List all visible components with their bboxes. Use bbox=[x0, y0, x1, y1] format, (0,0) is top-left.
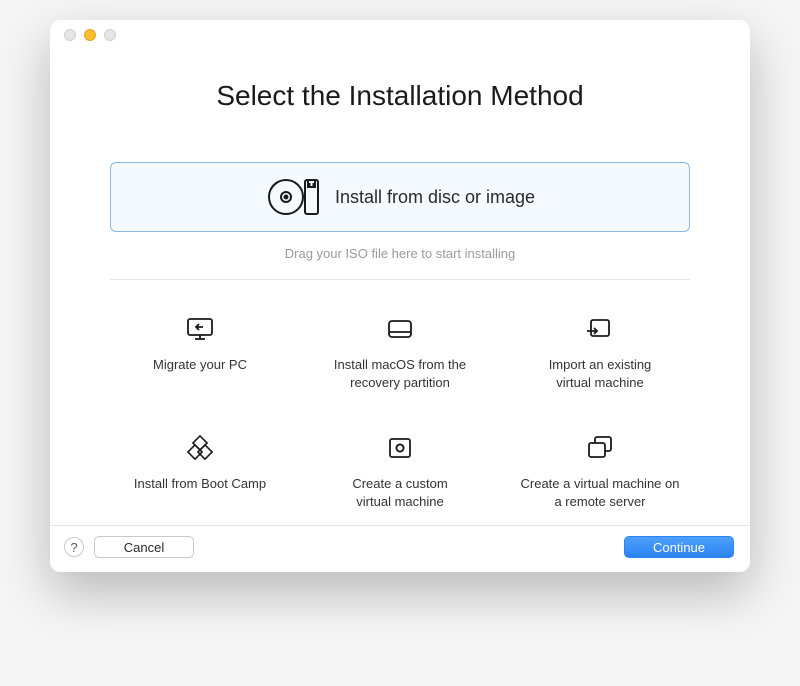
content-area: Select the Installation Method Install f… bbox=[50, 50, 750, 525]
option-label: Create a custom virtual machine bbox=[352, 475, 447, 510]
footer-bar: ? Cancel Continue bbox=[50, 525, 750, 572]
remote-vm-icon bbox=[585, 431, 615, 465]
disc-usb-icon bbox=[265, 175, 321, 219]
titlebar bbox=[50, 20, 750, 50]
custom-vm-icon bbox=[385, 431, 415, 465]
option-create-remote-vm[interactable]: Create a virtual machine on a remote ser… bbox=[510, 431, 690, 510]
import-vm-icon bbox=[585, 312, 615, 346]
option-label: Import an existing virtual machine bbox=[549, 356, 652, 391]
option-import-vm[interactable]: Import an existing virtual machine bbox=[510, 312, 690, 391]
option-install-from-disc[interactable]: Install from disc or image bbox=[110, 162, 690, 232]
option-create-custom-vm[interactable]: Create a custom virtual machine bbox=[310, 431, 490, 510]
option-label: Install from Boot Camp bbox=[134, 475, 266, 493]
help-button[interactable]: ? bbox=[64, 537, 84, 557]
option-install-bootcamp[interactable]: Install from Boot Camp bbox=[110, 431, 290, 510]
drag-hint: Drag your ISO file here to start install… bbox=[110, 246, 690, 279]
section-divider bbox=[110, 279, 690, 280]
option-migrate-pc[interactable]: Migrate your PC bbox=[110, 312, 290, 391]
minimize-window-button[interactable] bbox=[84, 29, 96, 41]
close-window-button[interactable] bbox=[64, 29, 76, 41]
option-label: Install macOS from the recovery partitio… bbox=[334, 356, 466, 391]
zoom-window-button[interactable] bbox=[104, 29, 116, 41]
options-grid: Migrate your PC Install macOS from the r… bbox=[110, 312, 690, 510]
cancel-button[interactable]: Cancel bbox=[94, 536, 194, 558]
installer-window: Select the Installation Method Install f… bbox=[50, 20, 750, 572]
bootcamp-icon bbox=[187, 431, 213, 465]
disk-recovery-icon bbox=[385, 312, 415, 346]
hero-label: Install from disc or image bbox=[335, 187, 535, 208]
page-title: Select the Installation Method bbox=[110, 80, 690, 112]
option-install-macos-recovery[interactable]: Install macOS from the recovery partitio… bbox=[310, 312, 490, 391]
option-label: Create a virtual machine on a remote ser… bbox=[521, 475, 680, 510]
option-label: Migrate your PC bbox=[153, 356, 247, 374]
continue-button[interactable]: Continue bbox=[624, 536, 734, 558]
migrate-pc-icon bbox=[185, 312, 215, 346]
